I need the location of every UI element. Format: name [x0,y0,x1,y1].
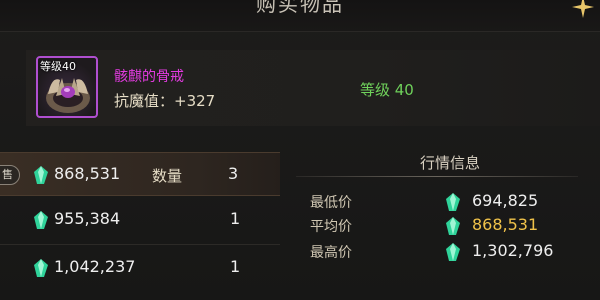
listing-price: 1,042,237 [54,257,136,276]
green-gem-icon [34,166,48,184]
green-gem-icon [446,193,460,211]
listing-row[interactable]: 955,384 1 [0,198,280,242]
green-gem-icon [446,243,460,261]
row-divider [0,244,280,245]
sell-tag: 售 [0,165,20,185]
item-icon-slot[interactable]: 等级40 [36,56,98,118]
listing-quantity: 1 [230,209,241,228]
market-info-title: 行情信息 [419,154,480,172]
item-name: 骸麒的骨戒 [114,69,184,85]
listing-row[interactable]: 1,042,237 1 [0,246,280,290]
avg-price-value: 868,531 [472,215,539,234]
title-bar: 购买物品 [0,0,600,32]
quantity-label: 数量 [152,167,183,185]
green-gem-icon [34,211,48,229]
bone-ring-icon [46,78,90,113]
close-icon[interactable] [572,0,594,18]
min-price-value: 694,825 [472,191,539,210]
listing-price: 955,384 [54,209,121,228]
listing-row[interactable]: 售 868,531 数量 3 [0,152,280,196]
listing-price: 868,531 [54,164,121,183]
dialog-title: 购买物品 [256,0,344,16]
purchase-item-dialog: 购买物品 等级40 骸麒的骨戒 抗魔值：+327 等级 40 售 868,531… [0,0,600,300]
listing-quantity: 1 [230,257,241,276]
market-divider [296,176,578,177]
listing-table: 售 868,531 数量 3 955,384 1 1,042,237 1 [0,152,280,300]
item-level-badge: 等级40 [40,60,76,73]
max-price-label: 最高价 [310,245,352,261]
item-stat: 抗魔值：+327 [114,92,216,110]
green-gem-icon [34,259,48,277]
avg-price-label: 平均价 [310,219,352,235]
required-level: 等级 40 [360,81,414,99]
item-info-row [26,50,600,126]
listing-quantity: 3 [228,164,239,183]
min-price-label: 最低价 [310,195,352,211]
max-price-value: 1,302,796 [472,241,554,260]
green-gem-icon [446,217,460,235]
